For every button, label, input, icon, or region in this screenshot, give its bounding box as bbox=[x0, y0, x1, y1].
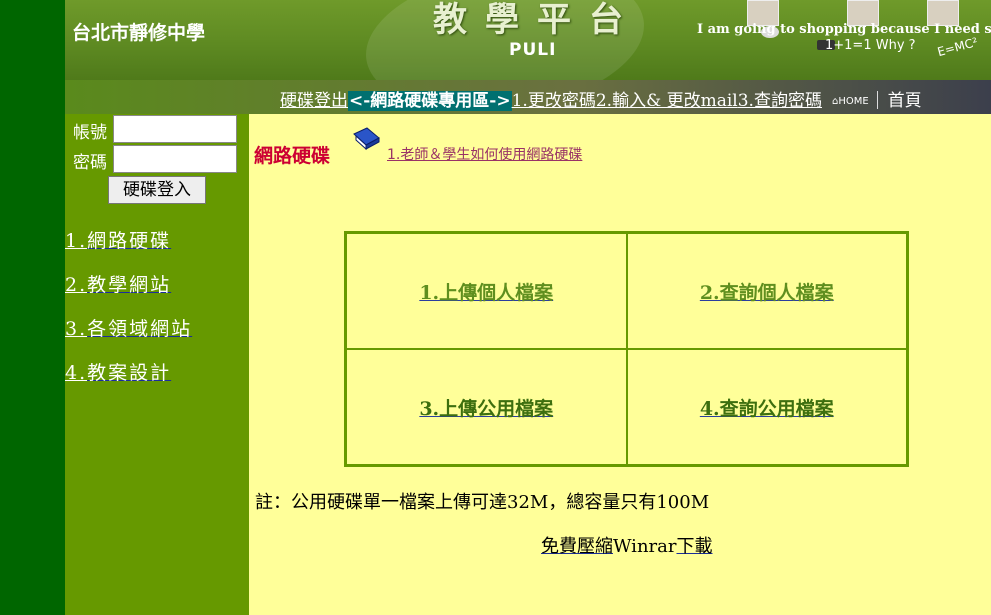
change-password-link[interactable]: 1.更改密碼 bbox=[512, 91, 596, 111]
query-personal-cell: 2.查詢個人檔案 bbox=[626, 233, 907, 349]
password-label: 密碼 bbox=[73, 153, 107, 173]
main-content: 網路硬碟 1.老師＆學生如何使用網路硬碟 1.上傳個人檔案 2.查詢個人檔案 3… bbox=[249, 114, 991, 615]
nav-highlight: <-網路硬碟專用區-> bbox=[348, 91, 512, 111]
query-password-link[interactable]: 3.查詢密碼 bbox=[738, 91, 822, 111]
page-title: 網路硬碟 bbox=[254, 145, 331, 167]
sidebar-item-domain-sites[interactable]: 3.各領域網站 bbox=[65, 314, 192, 341]
account-label: 帳號 bbox=[73, 123, 107, 143]
upload-personal-cell: 1.上傳個人檔案 bbox=[346, 233, 627, 349]
home-icon[interactable]: ⌂HOME bbox=[832, 96, 869, 107]
header-banner: 台北市靜修中學 教學平台 PULI I am going to shopping… bbox=[65, 0, 991, 80]
login-button[interactable]: 硬碟登入 bbox=[108, 176, 206, 204]
logout-link[interactable]: 硬碟登出 bbox=[280, 91, 348, 111]
query-public-link[interactable]: 4.查詢公用檔案 bbox=[700, 394, 834, 421]
home-label: HOME bbox=[838, 96, 869, 107]
sidebar-item-network-disk[interactable]: 1.網路硬碟 bbox=[65, 226, 171, 253]
nav-links: 硬碟登出<-網路硬碟專用區->1.更改密碼2.輸入& 更改mail3.查詢密碼 ⌂… bbox=[280, 86, 922, 111]
query-public-cell: 4.查詢公用檔案 bbox=[626, 349, 907, 465]
left-strip bbox=[0, 0, 65, 615]
platform-title: 教學平台 bbox=[433, 0, 641, 40]
sidebar-item-lesson-design[interactable]: 4.教案設計 bbox=[65, 358, 171, 385]
top-nav: 硬碟登出<-網路硬碟專用區->1.更改密碼2.輸入& 更改mail3.查詢密碼 ⌂… bbox=[65, 80, 991, 114]
school-name: 台北市靜修中學 bbox=[72, 22, 206, 44]
banner-slogan: I am going to shopping because I need so… bbox=[697, 22, 991, 37]
sidebar-item-teaching-site[interactable]: 2.教學網站 bbox=[65, 270, 171, 297]
change-mail-link[interactable]: 2.輸入& 更改mail bbox=[596, 91, 738, 111]
book-icon bbox=[353, 127, 380, 151]
upload-public-link[interactable]: 3.上傳公用檔案 bbox=[419, 394, 553, 421]
homepage-link[interactable]: 首頁 bbox=[888, 91, 922, 111]
platform-subtitle: PULI bbox=[509, 40, 557, 60]
query-personal-link[interactable]: 2.查詢個人檔案 bbox=[700, 278, 834, 305]
upload-public-cell: 3.上傳公用檔案 bbox=[346, 349, 627, 465]
upload-personal-link[interactable]: 1.上傳個人檔案 bbox=[419, 278, 553, 305]
account-input[interactable] bbox=[113, 115, 237, 143]
howto-link[interactable]: 1.老師＆學生如何使用網路硬碟 bbox=[387, 144, 582, 164]
storage-note: 註：公用硬碟單一檔案上傳可達32M，總容量只有100M bbox=[255, 492, 710, 513]
winrar-name: Winrar bbox=[613, 536, 677, 557]
nav-divider bbox=[876, 91, 878, 109]
winrar-download: 免費壓縮Winrar下載 bbox=[541, 532, 712, 558]
banner-formula: E=MC² bbox=[935, 34, 980, 60]
free-compress-link[interactable]: 免費壓縮 bbox=[541, 536, 613, 557]
banner-math: 1+1=1 Why ? bbox=[825, 38, 916, 53]
file-actions-grid: 1.上傳個人檔案 2.查詢個人檔案 3.上傳公用檔案 4.查詢公用檔案 bbox=[344, 231, 909, 467]
password-input[interactable] bbox=[113, 145, 237, 173]
download-link[interactable]: 下載 bbox=[676, 536, 712, 557]
sidebar: 帳號 密碼 硬碟登入 1.網路硬碟 2.教學網站 3.各領域網站 4.教案設計 bbox=[65, 114, 249, 615]
